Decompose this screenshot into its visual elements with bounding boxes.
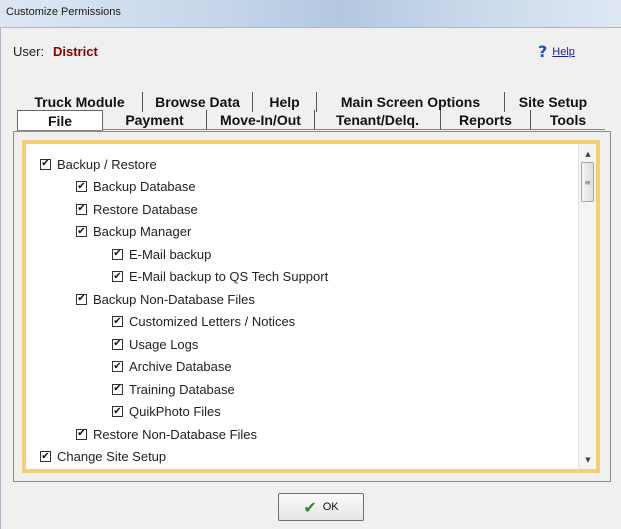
permission-label: E-Mail backup — [129, 246, 212, 262]
permission-item[interactable]: ✔ Archive Database — [112, 356, 232, 378]
permission-checkbox[interactable]: ✔ — [112, 316, 123, 327]
permission-checkbox[interactable]: ✔ — [112, 338, 123, 350]
ok-button[interactable]: ✔ OK — [278, 493, 364, 521]
permission-item[interactable]: ✔ E-Mail backup to QS Tech Support — [112, 266, 328, 288]
tab-file[interactable]: File — [17, 110, 103, 131]
permissions-frame: ✔ Backup / Restore ✔ Backup Database ✔ Restor… — [22, 140, 600, 473]
tab-tools[interactable]: Tools — [531, 110, 605, 130]
permission-label: Customized Letters / Notices — [129, 314, 296, 329]
permissions-tree: ✔ Backup / Restore ✔ Backup Database ✔ Restor… — [26, 144, 576, 469]
permission-item[interactable]: ✔ Backup Non-Database Files — [76, 288, 255, 310]
permission-item[interactable]: ✔ Training Database — [112, 378, 235, 400]
window-title: Customize Permissions — [6, 6, 121, 18]
vertical-scrollbar[interactable]: ▲ ≡ ▼ — [578, 144, 596, 469]
permission-checkbox[interactable]: ✔ — [112, 383, 123, 395]
permission-label: Training Database — [129, 381, 235, 397]
permission-label: E-Mail backup to QS Tech Support — [129, 269, 329, 284]
permission-label: Backup Manager — [93, 224, 192, 239]
permission-item[interactable]: ✔ E-Mail backup — [112, 243, 211, 265]
permission-checkbox[interactable]: ✔ — [76, 203, 87, 215]
permission-label: Restore Non-Database Files — [93, 426, 258, 442]
permission-item[interactable]: ✔ Backup Database — [76, 176, 196, 198]
permission-item[interactable]: ✔ Customized Letters / Notices — [112, 311, 295, 333]
permission-checkbox[interactable]: ✔ — [76, 226, 87, 237]
permission-checkbox[interactable]: ✔ — [40, 451, 51, 462]
help-label: Help — [552, 45, 575, 58]
tab-browse-data[interactable]: Browse Data — [143, 92, 253, 112]
permission-checkbox[interactable]: ✔ — [76, 181, 87, 192]
permission-checkbox[interactable]: ✔ — [112, 271, 123, 282]
permission-checkbox[interactable]: ✔ — [112, 361, 123, 372]
permission-label: Restore Database — [93, 201, 198, 217]
question-mark-icon: ? — [538, 42, 548, 61]
tab-truck-module[interactable]: Truck Module — [17, 92, 143, 112]
tab-move-in-out[interactable]: Move-In/Out — [207, 110, 315, 130]
tab-help[interactable]: Help — [253, 92, 317, 112]
scroll-thumb[interactable]: ≡ — [581, 162, 594, 202]
permission-item[interactable]: ✔ Restore Database — [76, 198, 198, 220]
permission-label: Archive Database — [129, 359, 232, 374]
scroll-up-icon[interactable]: ▲ — [579, 145, 597, 162]
permission-checkbox[interactable]: ✔ — [112, 248, 123, 260]
tab-row-front: File Payment Move-In/Out Tenant/Delq. Re… — [17, 110, 605, 131]
permission-item[interactable]: ✔ QuikPhoto Files — [112, 401, 221, 423]
permission-label: QuikPhoto Files — [129, 404, 221, 419]
permission-checkbox[interactable]: ✔ — [76, 428, 87, 440]
tab-reports[interactable]: Reports — [441, 110, 531, 130]
permission-label: Change Site Setup — [57, 449, 167, 464]
tab-panel: ✔ Backup / Restore ✔ Backup Database ✔ Restor… — [13, 131, 611, 482]
permission-checkbox[interactable]: ✔ — [76, 293, 87, 305]
permission-checkbox[interactable]: ✔ — [112, 406, 123, 417]
permission-label: Backup Non-Database Files — [93, 291, 255, 307]
permission-label: Backup Database — [93, 179, 196, 194]
user-value: District — [53, 44, 98, 59]
permission-item[interactable]: ✔ Change Site Setup — [40, 446, 166, 468]
title-bar: Customize Permissions — [0, 0, 621, 28]
user-label: User: — [13, 44, 45, 59]
scroll-down-icon[interactable]: ▼ — [579, 451, 597, 468]
permission-item[interactable]: ✔ Restore Non-Database Files — [76, 423, 257, 445]
tab-tenant-delq[interactable]: Tenant/Delq. — [315, 110, 441, 130]
help-link[interactable]: ? Help — [538, 42, 575, 61]
ok-label: OK — [322, 501, 339, 513]
permission-item[interactable]: ✔ Backup Manager — [76, 221, 191, 243]
tab-payment[interactable]: Payment — [103, 110, 207, 130]
tab-site-setup[interactable]: Site Setup — [505, 92, 601, 112]
checkmark-icon: ✔ — [303, 497, 317, 517]
tab-row-back: Truck Module Browse Data Help Main Scree… — [17, 92, 601, 112]
dialog-body: User: District ? Help Truck Module Brows… — [0, 28, 621, 529]
permission-label: Usage Logs — [129, 336, 199, 352]
permission-label: Backup / Restore — [57, 156, 157, 172]
permission-item[interactable]: ✔ Usage Logs — [112, 333, 198, 355]
tab-main-screen-options[interactable]: Main Screen Options — [317, 92, 505, 112]
grip-icon: ≡ — [584, 177, 591, 187]
permission-checkbox[interactable]: ✔ — [40, 158, 51, 170]
permission-item[interactable]: ✔ Backup / Restore — [40, 153, 157, 175]
